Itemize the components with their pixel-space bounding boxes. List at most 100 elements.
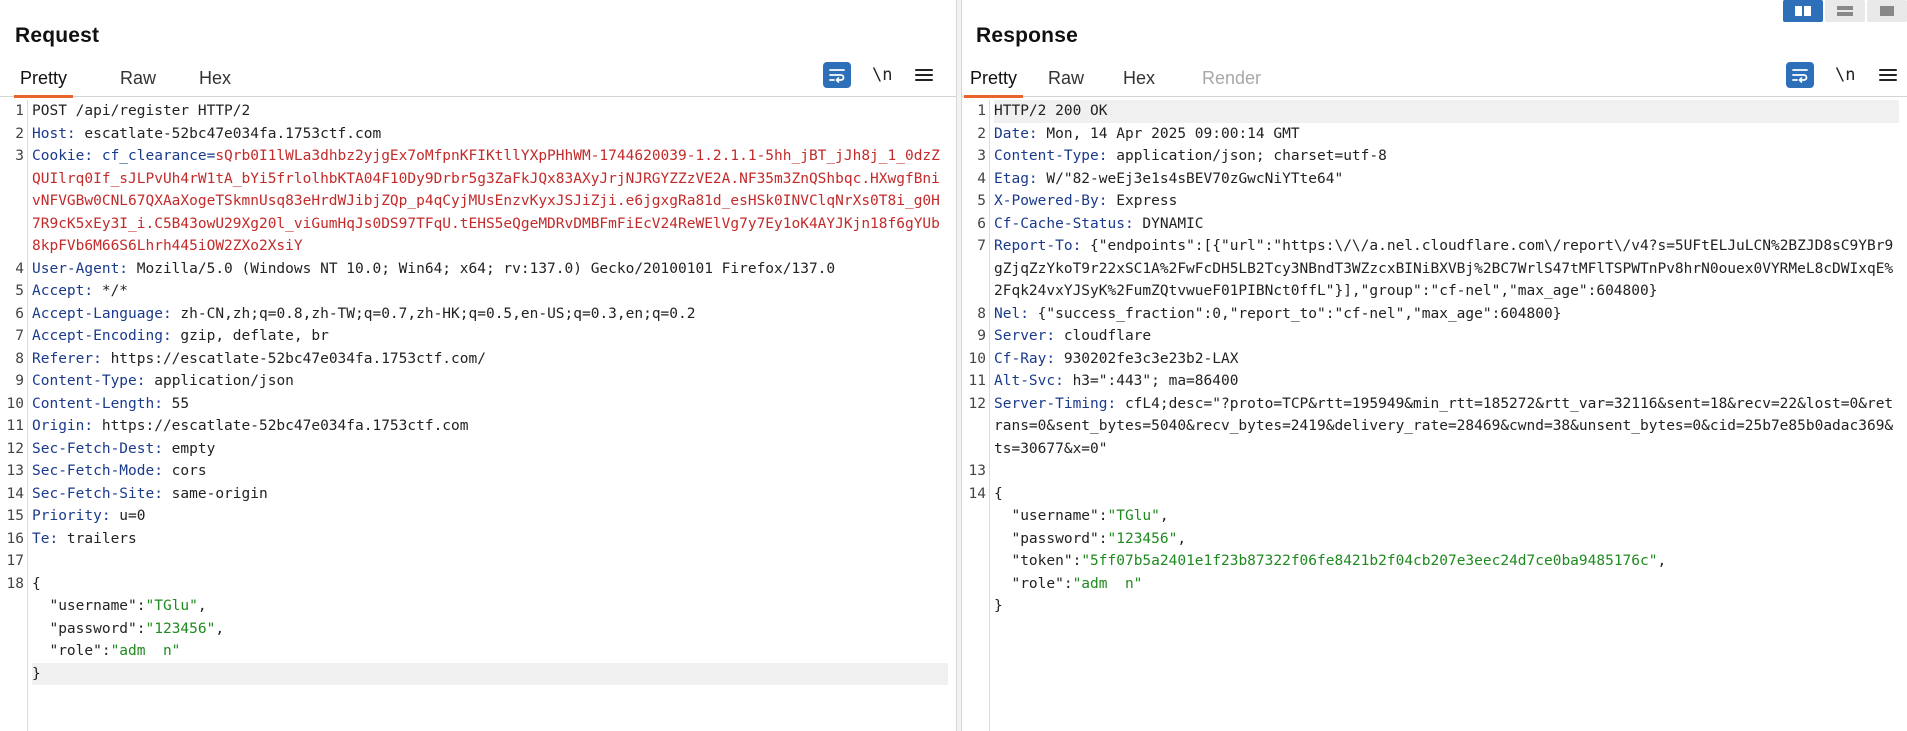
response-code-line[interactable]: 12 Server-Timing: cfL4;desc="?proto=TCP&r… <box>969 393 1899 461</box>
code-token: trailers <box>58 530 137 547</box>
code-token: DYNAMIC <box>1133 215 1204 232</box>
request-code-line[interactable]: 15 Priority: u=0 <box>7 505 948 528</box>
response-code-line[interactable]: "token":"5ff07b5a2401e1f23b87322f06fe842… <box>994 550 1899 573</box>
request-menu-button[interactable] <box>915 62 933 88</box>
response-code-line[interactable]: 11 Alt-Svc: h3=":443"; ma=86400 <box>969 370 1899 393</box>
request-code-line[interactable]: 16 Te: trailers <box>7 528 948 551</box>
code-token: , <box>1177 530 1187 547</box>
request-tab-raw[interactable]: Raw <box>114 66 162 96</box>
request-code-line[interactable]: 13 Sec-Fetch-Mode: cors <box>7 460 948 483</box>
code-token: gzip, deflate, br <box>171 328 329 344</box>
line-text: Server: cloudflare <box>994 328 1151 344</box>
request-tab-hex[interactable]: Hex <box>193 66 237 96</box>
response-tab-hex[interactable]: Hex <box>1117 66 1161 96</box>
response-editor[interactable]: 1 HTTP/2 200 OK 2 Date: Mon, 14 Apr 2025 09… <box>962 100 1907 731</box>
request-wrap-button[interactable] <box>823 62 851 88</box>
request-code-line[interactable]: 11 Origin: https://escatlate-52bc47e034fa… <box>7 415 948 438</box>
response-code-line[interactable]: 1 HTTP/2 200 OK <box>977 100 1899 123</box>
request-code-line[interactable]: 12 Sec-Fetch-Dest: empty <box>7 438 948 461</box>
request-code-line[interactable]: 2 Host: escatlate-52bc47e034fa.1753ctf.co… <box>15 123 948 146</box>
layout-stacked-button[interactable] <box>1825 0 1865 22</box>
response-code-line[interactable]: 7 Report-To: {"endpoints":[{"url":"https:… <box>977 235 1899 303</box>
line-text: "role":"adm n" <box>994 576 1142 592</box>
request-tabbar: Pretty Raw Hex <box>0 62 956 98</box>
code-token: "adm n" <box>1072 575 1143 592</box>
code-token: escatlate-52bc47e034fa.1753ctf.com <box>75 125 382 142</box>
request-code-line[interactable]: 9 Content-Type: application/json <box>15 370 948 393</box>
line-number: 9 <box>977 328 986 344</box>
request-code-line[interactable]: 10 Content-Length: 55 <box>7 393 948 416</box>
line-number: 5 <box>977 193 986 209</box>
layout-switcher <box>1783 0 1907 22</box>
response-code-line[interactable]: } <box>994 595 1899 618</box>
code-token: empty <box>162 440 216 457</box>
response-code-line[interactable]: 14 { <box>969 483 1899 506</box>
request-editor[interactable]: 1 POST /api/register HTTP/2 2 Host: escatla… <box>0 100 956 731</box>
response-tab-pretty[interactable]: Pretty <box>964 66 1024 98</box>
request-code-line[interactable]: "password":"123456", <box>32 618 948 641</box>
request-code-line[interactable]: 1 POST /api/register HTTP/2 <box>15 100 948 123</box>
request-code-line[interactable]: 3 Cookie: cf_clearance=sQrb0I1lWLa3dhbz2y… <box>15 145 948 258</box>
request-code-line[interactable]: 17 <box>7 550 948 573</box>
request-code-line[interactable]: 18 { <box>7 573 948 596</box>
response-code-line[interactable]: 5 X-Powered-By: Express <box>977 190 1899 213</box>
response-menu-button[interactable] <box>1879 62 1897 88</box>
response-code-line[interactable]: 9 Server: cloudflare <box>977 325 1899 348</box>
response-code-line[interactable]: 10 Cf-Ray: 930202fe3c3e23b2-LAX <box>969 348 1899 371</box>
response-code-line[interactable]: 6 Cf-Cache-Status: DYNAMIC <box>977 213 1899 236</box>
request-pane: Request Pretty Raw Hex \n 1 POST /api/reg… <box>0 0 956 731</box>
code-token: Nel: <box>994 305 1029 322</box>
code-token: "role": <box>994 575 1073 592</box>
request-tab-pretty[interactable]: Pretty <box>14 66 74 98</box>
layout-side-by-side-button[interactable] <box>1783 0 1823 22</box>
line-text: { <box>994 486 1003 502</box>
line-text: Referer: https://escatlate-52bc47e034fa.… <box>32 351 486 367</box>
response-code-line[interactable]: "role":"adm n" <box>994 573 1899 596</box>
code-token: Alt-Svc: <box>994 373 1064 389</box>
request-code-line[interactable]: 5 Accept: */* <box>15 280 948 303</box>
response-code-line[interactable]: 2 Date: Mon, 14 Apr 2025 09:00:14 GMT <box>977 123 1899 146</box>
response-code[interactable]: 1 HTTP/2 200 OK 2 Date: Mon, 14 Apr 2025 09… <box>969 100 1899 618</box>
request-code-line[interactable]: 4 User-Agent: Mozilla/5.0 (Windows NT 10.… <box>15 258 948 281</box>
code-token: Server: <box>994 328 1056 344</box>
response-code-line[interactable]: 3 Content-Type: application/json; charset… <box>977 145 1899 168</box>
code-token: Content-Type: <box>994 148 1108 164</box>
request-code-line[interactable]: "role":"adm n" <box>32 640 948 663</box>
request-code-line[interactable]: } <box>32 662 948 685</box>
request-code-line[interactable]: "username":"TGlu", <box>32 595 948 618</box>
response-tab-render[interactable]: Render <box>1196 66 1267 96</box>
request-newline-toggle[interactable]: \n <box>872 62 892 88</box>
line-text <box>994 463 1003 479</box>
line-number: 13 <box>6 463 24 479</box>
response-code-line[interactable]: 13 <box>969 460 1899 483</box>
line-number: 2 <box>15 125 24 142</box>
request-code-line[interactable]: 7 Accept-Encoding: gzip, deflate, br <box>15 325 948 348</box>
request-code[interactable]: 1 POST /api/register HTTP/2 2 Host: escatla… <box>7 100 948 685</box>
response-tab-raw[interactable]: Raw <box>1042 66 1090 96</box>
line-text: { <box>32 576 41 592</box>
code-token: { <box>32 575 41 592</box>
response-code-line[interactable]: "username":"TGlu", <box>994 505 1899 528</box>
response-wrap-button[interactable] <box>1786 62 1814 88</box>
request-code-line[interactable]: 8 Referer: https://escatlate-52bc47e034fa… <box>15 348 948 371</box>
response-code-line[interactable]: 4 Etag: W/"82-weEj3e1s4sBEV70zGwcNiYTte64… <box>977 168 1899 191</box>
response-newline-toggle[interactable]: \n <box>1835 62 1855 88</box>
code-token: Sec-Fetch-Site: <box>32 485 163 502</box>
request-code-line[interactable]: 6 Accept-Language: zh-CN,zh;q=0.8,zh-TW;q… <box>15 303 948 326</box>
line-number: 17 <box>6 553 24 569</box>
line-text: Sec-Fetch-Mode: cors <box>32 463 207 479</box>
line-text: Te: trailers <box>32 531 137 547</box>
layout-single-button[interactable] <box>1867 0 1907 22</box>
response-code-line[interactable]: "password":"123456", <box>994 528 1899 551</box>
line-text: } <box>32 666 41 682</box>
line-number: 6 <box>15 305 24 322</box>
code-token: cfL4;desc="?proto=TCP&rtt=195949&min_rtt… <box>994 395 1894 457</box>
request-code-line[interactable]: 14 Sec-Fetch-Site: same-origin <box>7 483 948 506</box>
line-number: 3 <box>977 148 986 164</box>
response-code-line[interactable]: 8 Nel: {"success_fraction":0,"report_to":… <box>977 303 1899 326</box>
code-token: zh-CN,zh;q=0.8,zh-TW;q=0.7,zh-HK;q=0.5,e… <box>171 305 696 322</box>
request-title: Request <box>15 24 100 47</box>
code-token: 55 <box>162 395 190 412</box>
line-number: 9 <box>15 373 24 389</box>
